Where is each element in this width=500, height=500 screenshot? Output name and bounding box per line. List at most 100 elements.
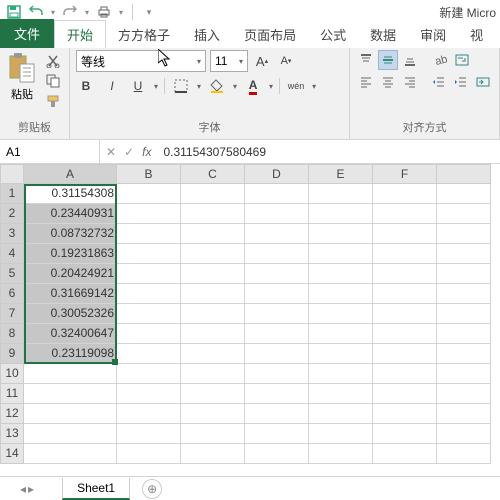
align-left-icon[interactable]: [356, 72, 376, 92]
cell[interactable]: [373, 284, 437, 304]
cell[interactable]: [373, 264, 437, 284]
cell[interactable]: [373, 404, 437, 424]
font-color-icon[interactable]: A: [243, 76, 263, 96]
redo-dropdown-icon[interactable]: ▾: [82, 2, 92, 22]
column-header-e[interactable]: E: [309, 164, 373, 184]
cell[interactable]: [309, 384, 373, 404]
cell[interactable]: [181, 184, 245, 204]
cell[interactable]: [181, 244, 245, 264]
cell[interactable]: [373, 224, 437, 244]
row-header[interactable]: 13: [0, 424, 24, 444]
cell[interactable]: [437, 224, 491, 244]
cell[interactable]: [181, 224, 245, 244]
cell[interactable]: 0.31669142: [24, 284, 117, 304]
cell[interactable]: [181, 324, 245, 344]
cell[interactable]: [181, 204, 245, 224]
cell[interactable]: [117, 264, 181, 284]
cell[interactable]: 0.31154308: [24, 184, 117, 204]
chevron-down-icon[interactable]: ▾: [269, 82, 273, 91]
tab-file[interactable]: 文件: [0, 19, 54, 48]
cell[interactable]: [117, 284, 181, 304]
cell[interactable]: [181, 384, 245, 404]
tab-review[interactable]: 审阅: [408, 21, 458, 48]
tab-home[interactable]: 开始: [54, 20, 106, 48]
cell[interactable]: [309, 324, 373, 344]
cell[interactable]: [373, 384, 437, 404]
cell[interactable]: [373, 324, 437, 344]
cell[interactable]: [117, 184, 181, 204]
cell[interactable]: 0.23119098: [24, 344, 117, 364]
align-right-icon[interactable]: [400, 72, 420, 92]
row-header[interactable]: 10: [0, 364, 24, 384]
cell[interactable]: 0.23440931: [24, 204, 117, 224]
decrease-indent-icon[interactable]: [429, 72, 449, 92]
increase-indent-icon[interactable]: [451, 72, 471, 92]
phonetic-icon[interactable]: wén: [286, 76, 306, 96]
row-header[interactable]: 11: [0, 384, 24, 404]
decrease-font-icon[interactable]: A▾: [276, 51, 296, 71]
cell[interactable]: [181, 284, 245, 304]
column-header-b[interactable]: B: [117, 164, 181, 184]
cell[interactable]: [437, 424, 491, 444]
cell[interactable]: [373, 344, 437, 364]
bold-button[interactable]: B: [76, 76, 96, 96]
cell[interactable]: [245, 224, 309, 244]
cell[interactable]: [117, 384, 181, 404]
cell[interactable]: 0.20424921: [24, 264, 117, 284]
cell[interactable]: [245, 184, 309, 204]
merge-icon[interactable]: [473, 72, 493, 92]
cell[interactable]: [309, 184, 373, 204]
copy-icon[interactable]: [44, 72, 62, 90]
cell[interactable]: [245, 244, 309, 264]
cell[interactable]: [373, 364, 437, 384]
column-header[interactable]: [437, 164, 491, 184]
tab-insert[interactable]: 插入: [182, 21, 232, 48]
row-header[interactable]: 5: [0, 264, 24, 284]
cell[interactable]: [437, 404, 491, 424]
cell[interactable]: [437, 384, 491, 404]
cell[interactable]: [24, 424, 117, 444]
cell[interactable]: [309, 404, 373, 424]
orientation-icon[interactable]: ab: [430, 50, 450, 70]
align-bottom-icon[interactable]: [400, 50, 420, 70]
cell[interactable]: [373, 184, 437, 204]
chevron-down-icon[interactable]: ▾: [233, 82, 237, 91]
cell[interactable]: [309, 224, 373, 244]
cell[interactable]: [24, 384, 117, 404]
print-icon[interactable]: [94, 2, 114, 22]
font-size-select[interactable]: 11▾: [210, 50, 248, 72]
row-header[interactable]: 8: [0, 324, 24, 344]
sheet-nav-next-icon[interactable]: ▸: [28, 482, 34, 496]
cell[interactable]: [437, 324, 491, 344]
cell[interactable]: [437, 344, 491, 364]
cancel-icon[interactable]: ✕: [106, 145, 116, 159]
cell[interactable]: [437, 284, 491, 304]
cell[interactable]: [309, 444, 373, 464]
cell[interactable]: [117, 324, 181, 344]
print-dropdown-icon[interactable]: ▾: [116, 2, 126, 22]
cell[interactable]: [309, 424, 373, 444]
cell[interactable]: [245, 364, 309, 384]
cell[interactable]: [437, 244, 491, 264]
cell[interactable]: [117, 344, 181, 364]
cell[interactable]: [309, 364, 373, 384]
cell[interactable]: [181, 264, 245, 284]
select-all-corner[interactable]: [0, 164, 24, 184]
tab-formula[interactable]: 公式: [308, 21, 358, 48]
cell[interactable]: [373, 304, 437, 324]
row-header[interactable]: 6: [0, 284, 24, 304]
align-center-icon[interactable]: [378, 72, 398, 92]
cell[interactable]: [181, 344, 245, 364]
cell[interactable]: 0.08732732: [24, 224, 117, 244]
cell[interactable]: [245, 324, 309, 344]
enter-icon[interactable]: ✓: [124, 145, 134, 159]
cell[interactable]: [181, 404, 245, 424]
column-header-a[interactable]: A: [24, 164, 117, 184]
row-header[interactable]: 7: [0, 304, 24, 324]
underline-button[interactable]: U: [128, 76, 148, 96]
cell[interactable]: [117, 304, 181, 324]
cell[interactable]: [117, 364, 181, 384]
cell[interactable]: [437, 204, 491, 224]
cell[interactable]: [373, 204, 437, 224]
cell[interactable]: [245, 404, 309, 424]
